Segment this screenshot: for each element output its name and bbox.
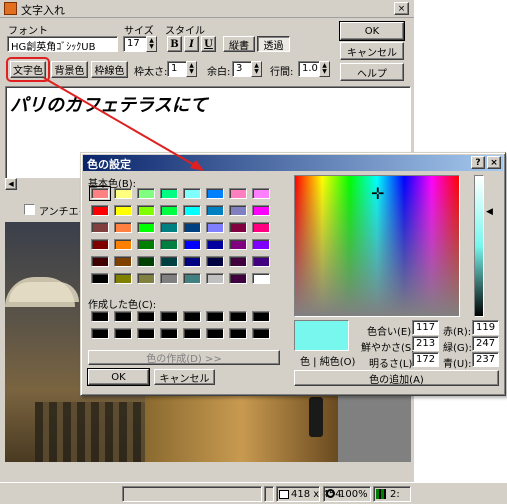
annotation-arrow	[43, 77, 204, 171]
annotation-arrowhead	[190, 160, 204, 171]
annotation-arrow-line	[43, 77, 197, 167]
